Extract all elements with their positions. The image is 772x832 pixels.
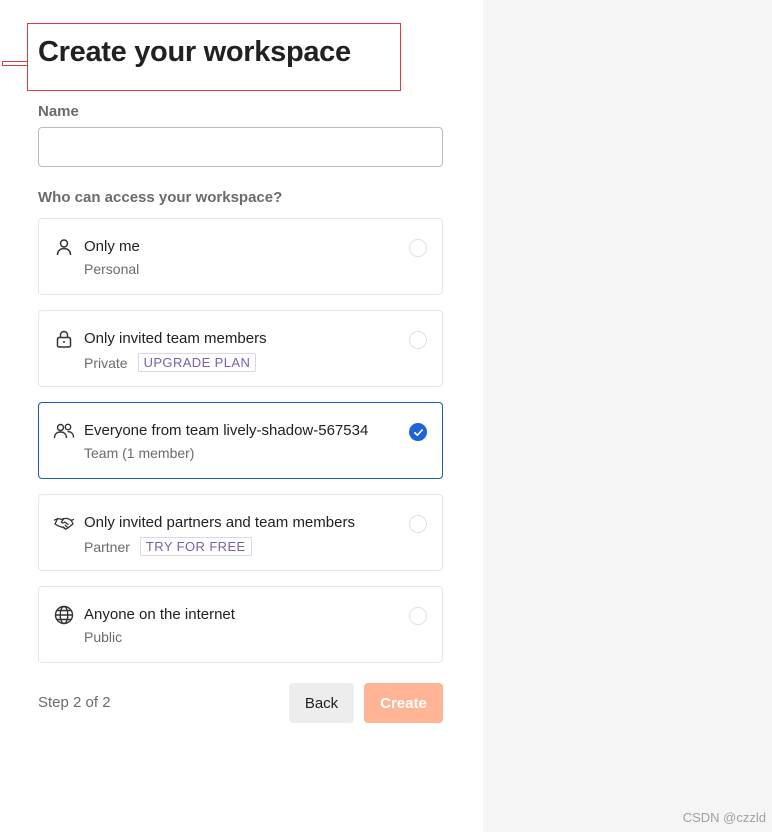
option-subtitle: Team (1 member) <box>84 445 194 461</box>
option-radio[interactable] <box>409 331 427 349</box>
option-radio[interactable] <box>409 239 427 257</box>
side-panel <box>483 0 772 832</box>
option-title: Only invited partners and team members <box>84 514 355 531</box>
name-input[interactable] <box>38 127 443 167</box>
try-for-free-badge[interactable]: TRY FOR FREE <box>139 537 252 556</box>
option-title: Anyone on the internet <box>84 606 235 623</box>
option-subtitle: Partner TRY FOR FREE <box>84 537 252 556</box>
option-radio[interactable] <box>409 607 427 625</box>
team-icon <box>53 420 75 442</box>
option-subtitle: Private UPGRADE PLAN <box>84 353 257 372</box>
option-subtitle-text: Personal <box>84 261 140 277</box>
step-indicator: Step 2 of 2 <box>38 694 111 711</box>
option-radio-checked[interactable] <box>409 423 427 441</box>
option-subtitle: Personal <box>84 261 139 277</box>
option-team[interactable]: Everyone from team lively-shadow-567534 … <box>38 402 443 479</box>
handshake-icon <box>53 512 75 534</box>
option-title: Everyone from team lively-shadow-567534 <box>84 422 369 439</box>
checkmark-icon <box>413 428 423 436</box>
option-subtitle-text: Team (1 member) <box>84 445 195 461</box>
option-public[interactable]: Anyone on the internet Public <box>38 586 443 663</box>
lock-icon <box>53 328 75 350</box>
option-subtitle-text: Public <box>84 629 123 645</box>
option-private[interactable]: Only invited team members Private UPGRAD… <box>38 310 443 387</box>
annotation-pointer <box>2 61 28 66</box>
name-label: Name <box>38 103 79 120</box>
option-only-me[interactable]: Only me Personal <box>38 218 443 295</box>
option-partner[interactable]: Only invited partners and team members P… <box>38 494 443 571</box>
option-subtitle: Public <box>84 629 122 645</box>
access-label: Who can access your workspace? <box>38 189 283 206</box>
upgrade-plan-badge[interactable]: UPGRADE PLAN <box>137 353 257 372</box>
watermark: CSDN @czzld <box>682 810 766 825</box>
option-subtitle-text: Partner <box>84 538 130 555</box>
person-icon <box>53 236 75 258</box>
option-subtitle-text: Private <box>84 354 128 371</box>
option-radio[interactable] <box>409 515 427 533</box>
page-title: Create your workspace <box>38 36 351 68</box>
globe-icon <box>53 604 75 626</box>
create-button[interactable]: Create <box>364 683 443 723</box>
back-button[interactable]: Back <box>289 683 354 723</box>
option-title: Only me <box>84 238 140 255</box>
option-title: Only invited team members <box>84 330 267 347</box>
